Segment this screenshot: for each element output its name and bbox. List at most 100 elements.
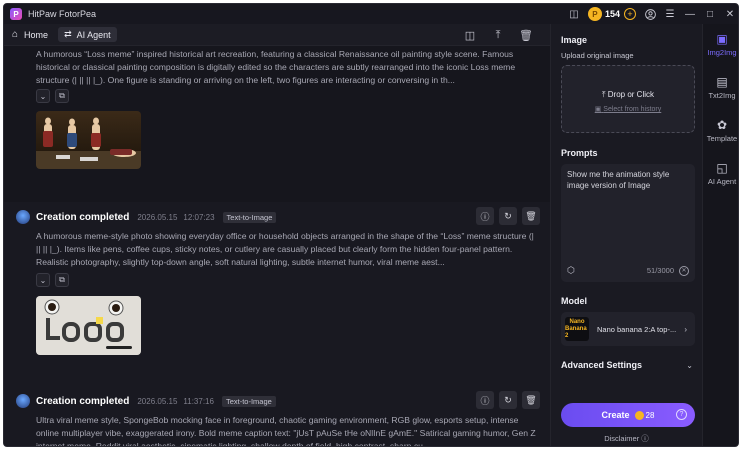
- settings-panel: Image Upload original image ⤒ Drop or Cl…: [550, 24, 702, 446]
- create-button[interactable]: Create 28 ?: [561, 403, 695, 427]
- home-label: Home: [24, 29, 49, 40]
- generation-feed[interactable]: A humorous “Loss meme” inspired historic…: [4, 46, 550, 447]
- upload-label: Upload original image: [561, 51, 634, 60]
- advanced-settings-toggle[interactable]: Advanced Settings ⌄: [561, 360, 695, 370]
- chevron-right-icon: ›: [684, 324, 687, 334]
- app-title: HitPaw FotorPea: [28, 9, 97, 19]
- card-actions: ⓘ ↻ 🗑: [471, 391, 540, 409]
- generation-card: Creation completed 2026.05.15 11:37:16 T…: [4, 386, 550, 447]
- prompt-footer: ⬡ 51/3000 ✕: [567, 265, 689, 276]
- add-credits-icon[interactable]: +: [624, 8, 636, 20]
- card-mini-actions: ⌄ ⧉: [36, 89, 74, 103]
- regenerate-icon[interactable]: ↻: [499, 391, 517, 409]
- rail-item-template[interactable]: ✿ Template: [703, 118, 738, 143]
- result-thumbnail[interactable]: [36, 111, 141, 169]
- upload-icon: ⤒: [601, 90, 606, 99]
- card-date: 2026.05.15: [137, 396, 178, 406]
- card-description: Ultra viral meme style, SpongeBob mockin…: [36, 415, 536, 447]
- agent-icon: ◱: [716, 161, 728, 175]
- create-label: Create: [601, 410, 630, 420]
- select-from-history-link[interactable]: ▣ Select from history: [562, 105, 694, 113]
- prompts-section-title: Prompts: [561, 148, 598, 158]
- clear-prompt-icon[interactable]: ✕: [679, 265, 689, 276]
- rail-label: Txt2Img: [708, 91, 736, 100]
- title-bar: P HitPaw FotorPea ◫ P 154 + ☰ — □ ✕: [4, 4, 738, 24]
- coin-icon: [634, 410, 644, 420]
- title-bar-controls: ◫ P 154 + ☰ — □ ✕: [564, 4, 738, 24]
- feed-toolbar: ◫ ⤒ 🗑: [456, 24, 540, 46]
- text-image-icon: ▤: [716, 75, 728, 89]
- rail-item-txt2img[interactable]: ▤ Txt2Img: [703, 75, 738, 100]
- avatar: [16, 210, 30, 224]
- drop-label-row: ⤒ Drop or Click: [562, 90, 694, 100]
- image-edit-icon: ▣: [716, 32, 728, 46]
- mode-badge: Text-to-Image: [221, 395, 276, 407]
- credits-value: 154: [604, 9, 620, 19]
- minimize-icon[interactable]: —: [680, 4, 700, 24]
- template-icon: ✿: [716, 118, 728, 132]
- result-thumbnail[interactable]: [36, 296, 141, 355]
- account-icon[interactable]: [640, 4, 660, 24]
- prompt-assist-icon[interactable]: ⬡: [567, 265, 575, 276]
- compare-icon[interactable]: ◫: [456, 25, 484, 45]
- copy-icon[interactable]: ⧉: [55, 89, 69, 103]
- card-description: A humorous meme-style photo showing ever…: [36, 231, 534, 267]
- nav-bar: ⌂ Home ⇄ AI Agent ◫ ⤒ 🗑: [4, 24, 550, 46]
- model-thumbnail: Nano Banana 2: [565, 317, 589, 341]
- copy-icon[interactable]: ⧉: [55, 273, 69, 287]
- prompt-text: Show me the animation style image versio…: [567, 170, 670, 190]
- card-mini-actions: ⌄ ⧉: [36, 273, 74, 287]
- app-window: P HitPaw FotorPea ◫ P 154 + ☰ — □ ✕ ⌂ Ho…: [3, 3, 739, 447]
- disclaimer-link[interactable]: Disclaimer ⓘ: [551, 433, 702, 444]
- ai-agent-tab[interactable]: ⇄ AI Agent: [58, 27, 117, 42]
- regenerate-icon[interactable]: ↻: [499, 207, 517, 225]
- image-upload-dropzone[interactable]: ⤒ Drop or Click ▣ Select from history: [561, 65, 695, 133]
- model-thumb-line1: Nano: [569, 318, 585, 325]
- model-thumb-line2: Banana 2: [565, 325, 587, 339]
- clear-all-icon[interactable]: 🗑: [512, 25, 540, 45]
- disclaimer-label: Disclaimer: [604, 434, 640, 443]
- card-description: A humorous “Loss meme” inspired historic…: [36, 49, 516, 85]
- ai-agent-label: AI Agent: [76, 29, 111, 40]
- model-section-title: Model: [561, 296, 587, 306]
- expand-chevron-icon[interactable]: ⌄: [36, 89, 50, 103]
- avatar: [16, 394, 30, 408]
- menu-icon[interactable]: ☰: [660, 4, 680, 24]
- history-label: Select from history: [603, 106, 662, 113]
- history-icon: ▣: [594, 106, 602, 113]
- card-actions: ⓘ ↻ 🗑: [471, 207, 540, 225]
- swap-icon: ⇄: [64, 29, 72, 39]
- expand-chevron-icon[interactable]: ⌄: [36, 273, 50, 287]
- home-icon: ⌂: [12, 29, 19, 40]
- delete-icon[interactable]: 🗑: [522, 207, 540, 225]
- home-button[interactable]: ⌂ Home: [12, 29, 48, 40]
- rail-item-ai-agent[interactable]: ◱ AI Agent: [703, 161, 738, 186]
- credits-display[interactable]: P 154 +: [587, 7, 636, 21]
- scroll-top-icon[interactable]: ⤒: [484, 25, 512, 45]
- tool-rail: ▣ Img2Img ▤ Txt2Img ✿ Template ◱ AI Agen…: [702, 24, 738, 446]
- message-icon[interactable]: ◫: [564, 4, 584, 24]
- close-icon[interactable]: ✕: [720, 4, 738, 24]
- delete-icon[interactable]: 🗑: [522, 391, 540, 409]
- rail-item-img2img[interactable]: ▣ Img2Img: [703, 32, 738, 57]
- drop-label: Drop or Click: [607, 90, 654, 99]
- card-time: 11:37:16: [183, 396, 214, 406]
- model-selector[interactable]: Nano Banana 2 Nano banana 2:A top-... ›: [561, 312, 695, 346]
- advanced-settings-label: Advanced Settings: [561, 360, 643, 370]
- chevron-down-icon: ⌄: [686, 360, 693, 370]
- maximize-icon[interactable]: □: [700, 4, 720, 24]
- card-date: 2026.05.15: [137, 212, 178, 222]
- card-status: Creation completed: [36, 395, 130, 407]
- coin-icon: P: [587, 7, 602, 21]
- card-header: Creation completed 2026.05.15 12:07:23 T…: [16, 207, 540, 225]
- prompt-textarea[interactable]: Show me the animation style image versio…: [561, 164, 695, 282]
- image-section-title: Image: [561, 35, 588, 45]
- help-icon[interactable]: ?: [676, 409, 687, 420]
- info-icon[interactable]: ⓘ: [476, 207, 494, 225]
- model-name: Nano banana 2:A top-...: [597, 324, 677, 334]
- app-logo-icon: P: [10, 8, 22, 20]
- card-header: Creation completed 2026.05.15 11:37:16 T…: [16, 391, 540, 409]
- generation-card: Creation completed 2026.05.15 12:07:23 T…: [4, 202, 550, 387]
- info-icon[interactable]: ⓘ: [476, 391, 494, 409]
- info-icon: ⓘ: [641, 434, 649, 443]
